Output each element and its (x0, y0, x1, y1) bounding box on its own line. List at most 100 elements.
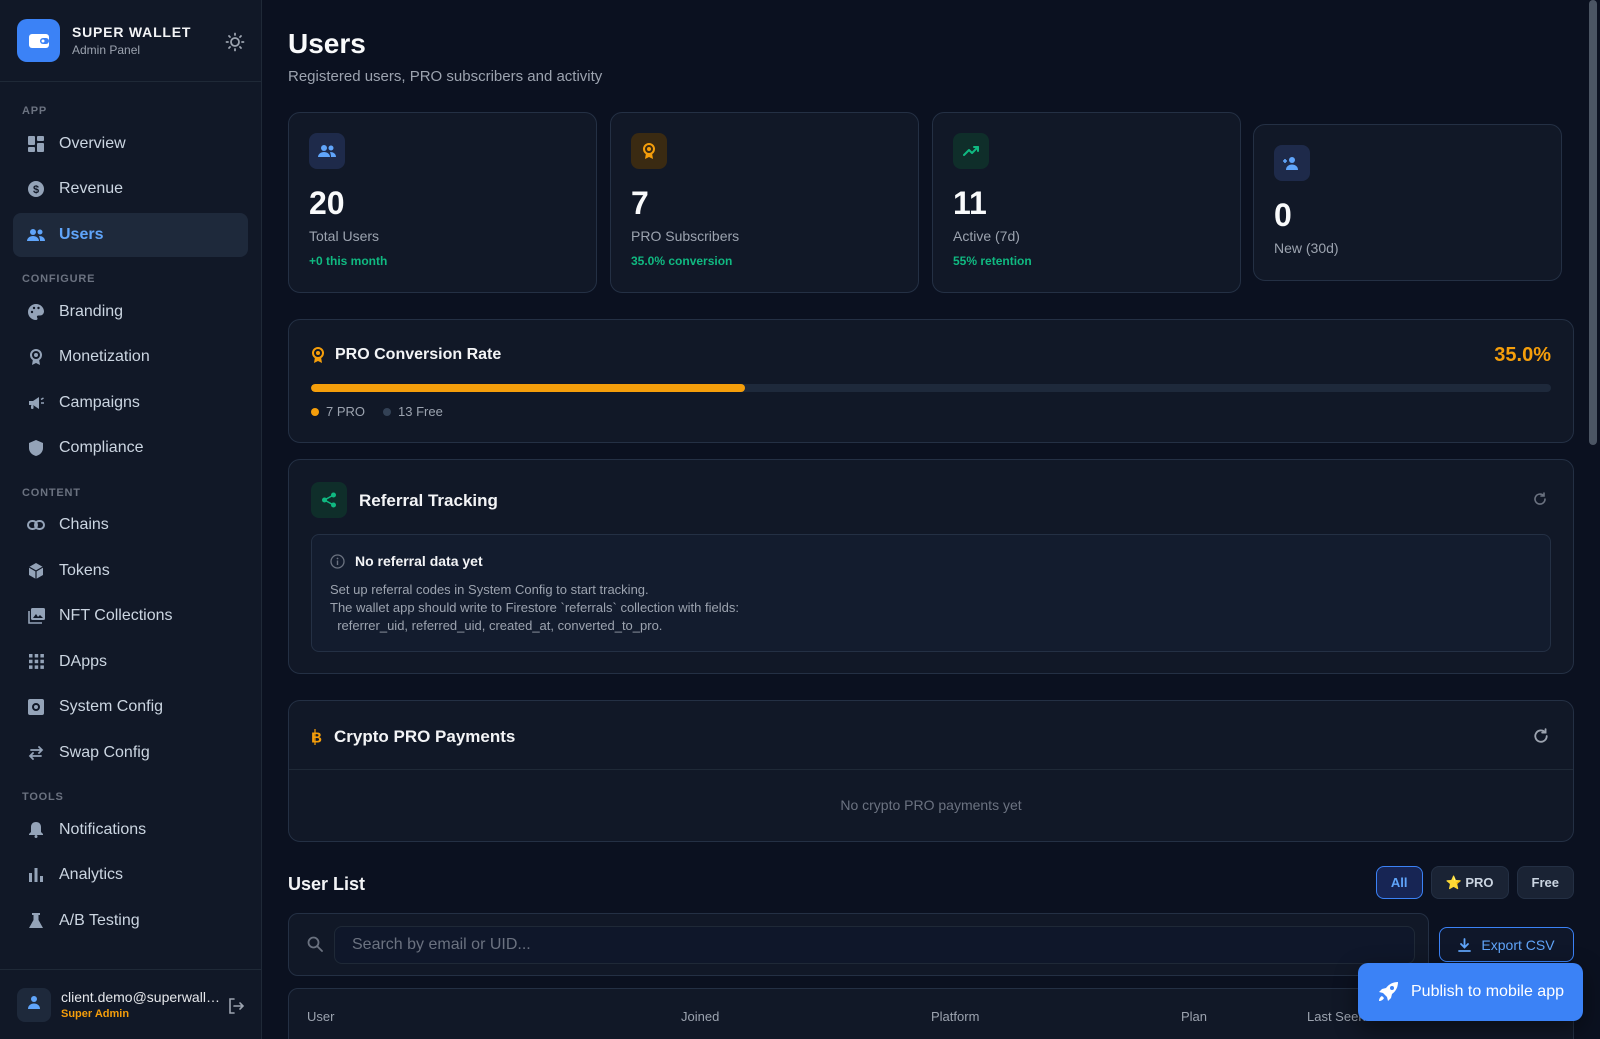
conversion-title: PRO Conversion Rate (335, 346, 502, 363)
conversion-panel: PRO Conversion Rate 35.0% 7 PRO 13 Free (288, 319, 1574, 443)
sidebar-item-overview[interactable]: Overview (13, 122, 248, 166)
filter-all-button[interactable]: All (1375, 866, 1423, 899)
stat-label: Active (7d) (953, 228, 1020, 244)
column-user[interactable]: User (307, 1009, 334, 1024)
column-joined[interactable]: Joined (681, 1009, 719, 1024)
sidebar-item-label: Notifications (59, 820, 147, 838)
grid-icon (27, 135, 45, 153)
account-email: client.demo@superwallet.app (61, 989, 226, 1005)
export-csv-label: Export CSV (1481, 936, 1555, 953)
column-last-seen[interactable]: Last Seen (1307, 1009, 1366, 1024)
crypto-empty-state: No crypto PRO payments yet (840, 797, 1022, 813)
user-plus-icon (1274, 145, 1310, 181)
sidebar-item-notifications[interactable]: Notifications (13, 808, 248, 852)
sidebar-item-compliance[interactable]: Compliance (13, 426, 248, 470)
brand-title: SUPER WALLET (72, 24, 192, 40)
sidebar-item-campaigns[interactable]: Campaigns (13, 381, 248, 425)
conversion-progress-fill (311, 384, 745, 392)
search-input[interactable] (334, 926, 1415, 964)
svg-text:B: B (311, 730, 322, 746)
sidebar-item-analytics[interactable]: Analytics (13, 853, 248, 897)
refresh-icon[interactable] (1533, 492, 1551, 510)
shield-icon (27, 439, 45, 457)
stat-sub: +0 this month (309, 254, 388, 268)
avatar[interactable] (17, 987, 51, 1022)
conversion-progress-bar (311, 384, 1551, 392)
filter-pro-button[interactable]: ⭐ PRO (1430, 866, 1509, 899)
publish-button[interactable]: Publish to mobile app (1358, 963, 1583, 1021)
sidebar-item-users[interactable]: Users (13, 212, 248, 257)
rocket-icon (1377, 981, 1399, 1003)
sidebar-item-label: Revenue (59, 180, 124, 197)
sidebar-item-monetization[interactable]: Monetization (13, 335, 248, 379)
pro-dot (311, 407, 319, 416)
scrollbar[interactable] (1589, 0, 1597, 1039)
page-subtitle: Registered users, PRO subscribers and ac… (288, 68, 603, 85)
megaphone-icon (27, 394, 45, 412)
stat-label: PRO Subscribers (631, 228, 740, 244)
brand-subtitle: Admin Panel (72, 43, 141, 57)
refresh-icon[interactable] (1533, 728, 1551, 746)
info-icon (330, 553, 345, 569)
legend-pro: 7 PRO (326, 404, 366, 419)
referral-title: Referral Tracking (359, 491, 498, 510)
sidebar-item-ab-testing[interactable]: A/B Testing (13, 899, 248, 943)
conversion-header: PRO Conversion Rate (311, 346, 501, 364)
account-footer: client.demo@superwallet.app Super Admin (0, 969, 262, 1039)
crypto-header: B Crypto PRO Payments (311, 727, 515, 747)
filter-free-button[interactable]: Free (1516, 866, 1574, 899)
column-plan[interactable]: Plan (1181, 1009, 1207, 1024)
stat-card-active: 11 Active (7d) 55% retention (932, 112, 1241, 293)
trending-up-icon (953, 133, 989, 169)
sidebar-item-tokens[interactable]: Tokens (13, 549, 248, 593)
sidebar-item-label: Monetization (59, 348, 150, 365)
sidebar-item-label: Users (59, 225, 104, 243)
award-icon (631, 133, 667, 169)
sidebar-item-label: Tokens (59, 561, 110, 579)
main-content: Users Registered users, PRO subscribers … (288, 0, 1574, 1039)
sidebar-item-label: Swap Config (59, 743, 150, 761)
sidebar-item-dapps[interactable]: DApps (13, 640, 248, 684)
sidebar-item-label: A/B Testing (59, 911, 140, 929)
sidebar-item-label: DApps (59, 652, 108, 670)
sidebar-item-branding[interactable]: Branding (13, 290, 248, 334)
stat-sub: 35.0% conversion (631, 254, 733, 268)
column-platform[interactable]: Platform (931, 1009, 979, 1024)
stat-value: 0 (1274, 197, 1292, 233)
crypto-title: Crypto PRO Payments (334, 727, 516, 746)
page-title: Users (288, 28, 366, 59)
sidebar-item-label: Overview (59, 134, 126, 152)
dollar-icon: $ (27, 180, 45, 198)
sun-icon[interactable] (225, 32, 245, 52)
award-icon (311, 346, 325, 364)
sidebar-item-label: Campaigns (59, 393, 140, 411)
user-icon (27, 995, 41, 1014)
scrollbar-thumb[interactable] (1589, 0, 1597, 445)
referral-empty-text: Set up referral codes in System Config t… (330, 582, 739, 633)
publish-label: Publish to mobile app (1411, 983, 1564, 1000)
share-icon (311, 482, 347, 518)
sidebar-item-label: Branding (59, 302, 124, 320)
stat-sub: 55% retention (953, 254, 1032, 268)
stat-card-pro-subscribers: 7 PRO Subscribers 35.0% conversion (610, 112, 919, 293)
award-icon (27, 348, 45, 366)
sidebar-item-label: Analytics (59, 866, 124, 883)
export-csv-button[interactable]: Export CSV (1439, 927, 1574, 962)
sidebar-item-revenue[interactable]: $ Revenue (13, 167, 248, 211)
nav-section-tools: TOOLS (22, 791, 64, 803)
logout-icon[interactable] (227, 997, 245, 1015)
sidebar-item-chains[interactable]: Chains (13, 503, 248, 547)
nav-section-app: APP (22, 105, 48, 117)
account-role: Super Admin (61, 1008, 130, 1020)
sidebar-item-swap-config[interactable]: Swap Config (13, 731, 248, 775)
conversion-legend: 7 PRO 13 Free (311, 404, 443, 419)
stat-card-new: 0 New (30d) (1253, 124, 1562, 281)
sidebar-item-system-config[interactable]: System Config (13, 685, 248, 729)
nav-section-configure: CONFIGURE (22, 273, 96, 285)
sidebar-item-nft-collections[interactable]: NFT Collections (13, 594, 248, 638)
stat-label: Total Users (309, 228, 380, 244)
referral-empty-title: No referral data yet (355, 553, 483, 569)
images-icon (27, 607, 45, 625)
brand-header: SUPER WALLET Admin Panel (0, 0, 261, 82)
sidebar-item-label: System Config (59, 698, 164, 715)
